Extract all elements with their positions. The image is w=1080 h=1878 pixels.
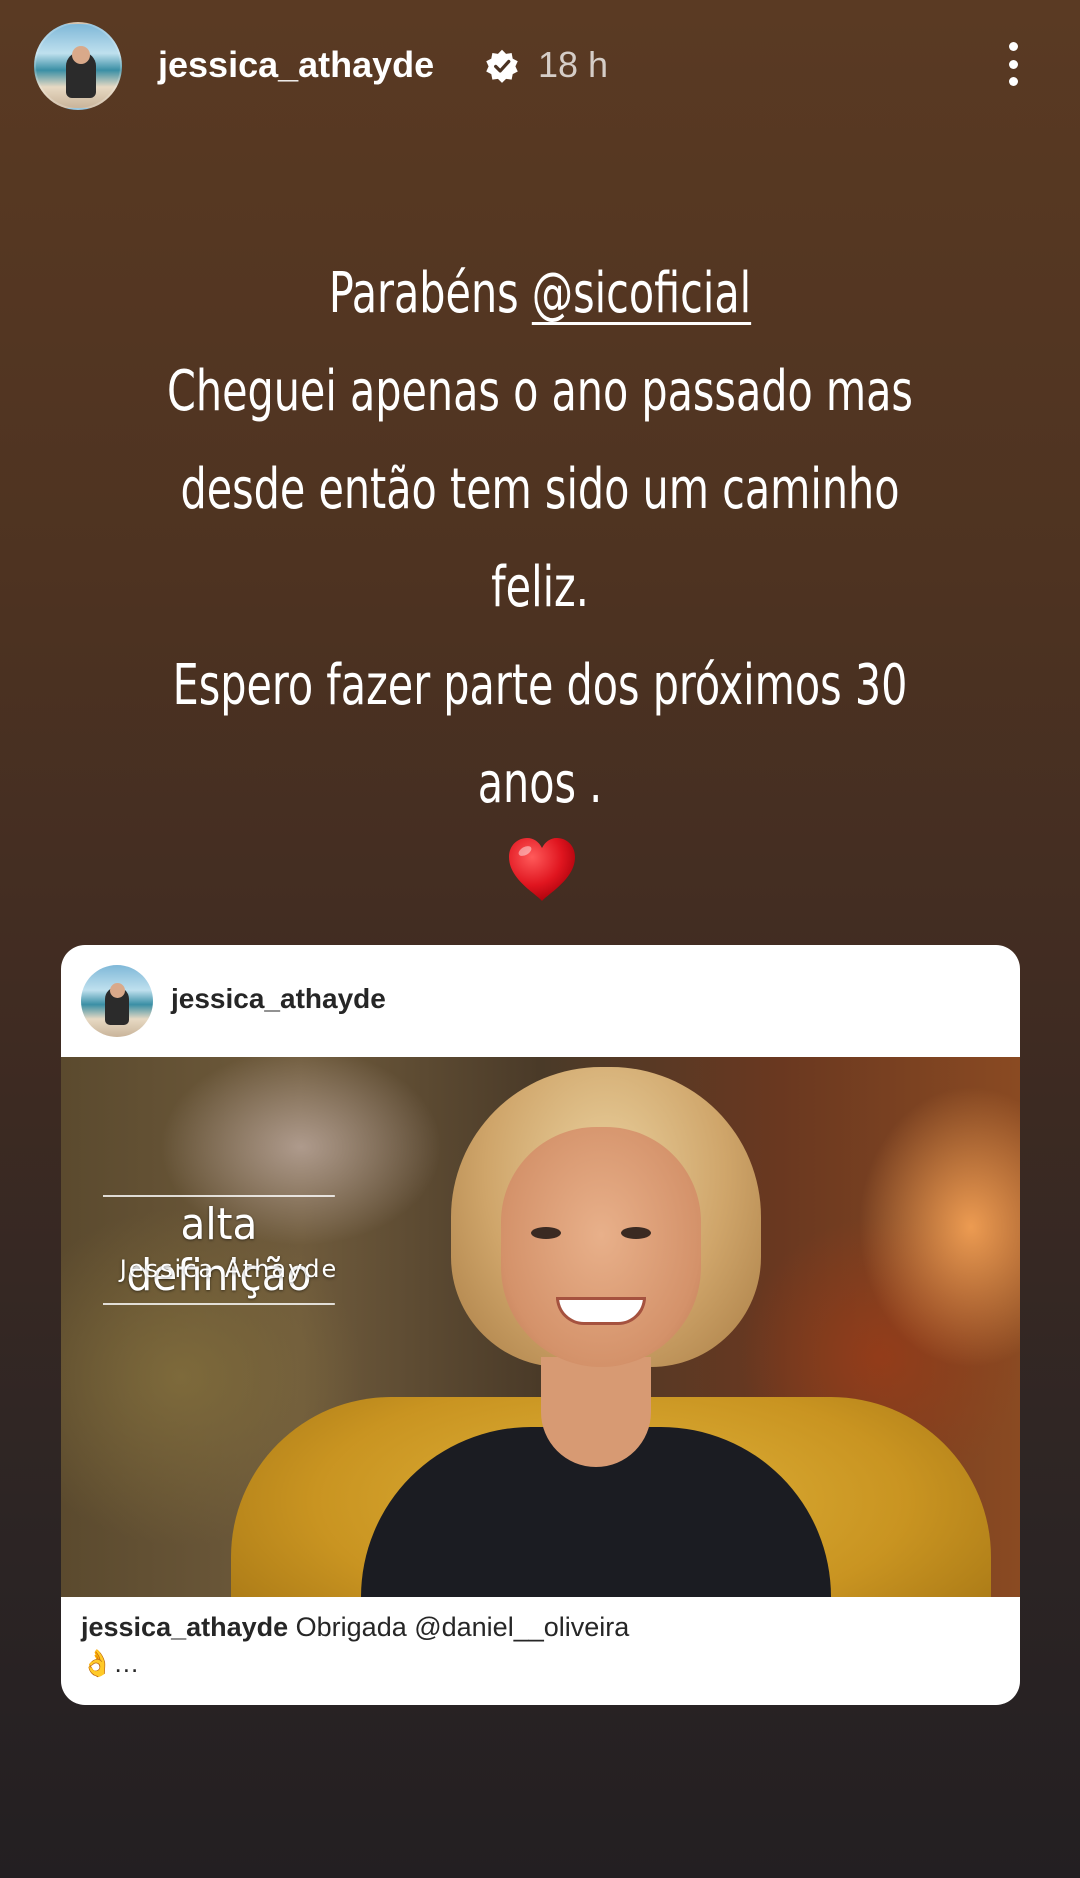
caption-line-2: 👌…: [81, 1648, 140, 1678]
shared-post-card[interactable]: jessica_athayde alta definição Jessica A…: [61, 945, 1020, 1705]
photo-face: [501, 1127, 701, 1367]
show-subtitle-overlay: Jessica Athayde: [119, 1255, 339, 1283]
story-username[interactable]: jessica_athayde: [158, 44, 434, 86]
photo-neck: [541, 1357, 651, 1467]
caption-line-4: feliz.: [491, 555, 589, 620]
avatar-face: [110, 983, 125, 998]
photo-eye-right: [621, 1227, 651, 1239]
shared-post-avatar: [81, 965, 153, 1037]
avatar-face: [72, 46, 90, 64]
caption-line-3: desde então tem sido um caminho: [180, 457, 900, 522]
caption-prefix: Parabéns: [328, 261, 532, 326]
caption-line-6: anos .: [477, 751, 603, 816]
caption-line-1: Parabéns @sicoficial: [146, 245, 933, 343]
caption-username: jessica_athayde: [81, 1612, 289, 1642]
caption-text: Obrigada @daniel__oliveira: [295, 1612, 630, 1642]
shared-post-header: jessica_athayde: [61, 945, 1020, 1057]
more-options-icon[interactable]: [1000, 38, 1026, 90]
dot: [1008, 42, 1018, 51]
caption-line-2: Cheguei apenas o ano passado mas: [167, 359, 913, 424]
shared-post-photo: alta definição Jessica Athayde: [61, 1057, 1020, 1597]
shared-post-caption: jessica_athayde Obrigada @daniel__olivei…: [81, 1609, 1001, 1681]
profile-avatar[interactable]: [34, 22, 122, 110]
verified-badge-icon: [486, 49, 518, 83]
post-time: 18 h: [538, 44, 609, 85]
heart-emoji: [509, 838, 575, 901]
shared-post-username: jessica_athayde: [171, 983, 386, 1014]
photo-eye-left: [531, 1227, 561, 1239]
story-text: Parabéns @sicoficial Cheguei apenas o an…: [60, 245, 1020, 833]
caption-line-5: Espero fazer parte dos próximos 30: [172, 653, 908, 718]
photo-smile: [556, 1297, 646, 1325]
story-header: jessica_athayde 18 h: [0, 0, 1080, 140]
dot: [1008, 59, 1018, 69]
show-title-overlay: alta definição: [103, 1195, 335, 1305]
dot: [1008, 77, 1018, 86]
mention-sicoficial[interactable]: @sicoficial: [532, 261, 751, 326]
